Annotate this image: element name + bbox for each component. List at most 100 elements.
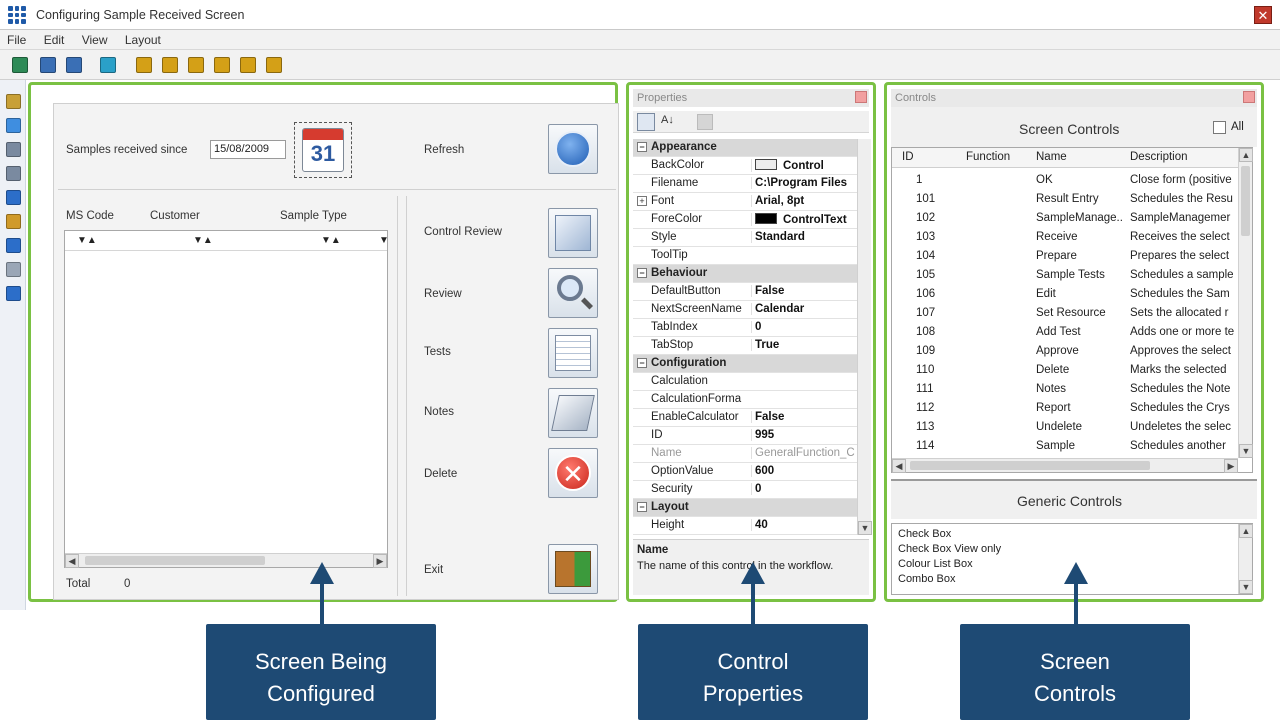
list-item[interactable]: Check Box View only [898,543,1001,555]
align-left-icon[interactable] [136,57,152,73]
property-category[interactable]: − Behaviour [633,265,861,283]
table-row[interactable]: 105 Sample Tests Schedules a sample [892,267,1237,286]
generic-vertical-scrollbar[interactable]: ▲ ▼ [1238,524,1253,594]
property-value[interactable]: Arial, 8pt [751,195,861,207]
delete-button[interactable]: ✕ [548,448,598,498]
property-row[interactable]: ID 995 [633,427,861,445]
property-value[interactable]: 600 [751,465,861,477]
property-value[interactable]: 995 [751,429,861,441]
scroll-thumb[interactable] [85,556,265,565]
tests-button[interactable] [548,328,598,378]
collapse-icon[interactable]: − [637,502,647,512]
control-review-button[interactable] [548,208,598,258]
form-icon[interactable] [6,142,21,157]
scroll-right-icon[interactable]: ▶ [373,554,387,568]
property-row[interactable]: + Font Arial, 8pt [633,193,861,211]
pointer-icon[interactable] [6,94,21,109]
col-name[interactable]: Name [1036,151,1067,163]
expand-icon[interactable]: + [637,196,647,206]
property-value[interactable]: Calendar [751,303,861,315]
property-row[interactable]: DefaultButton False [633,283,861,301]
categorized-icon[interactable] [637,113,655,131]
refresh-circle-icon[interactable] [6,286,21,301]
property-value[interactable]: Control [751,159,861,172]
property-grid[interactable]: − Appearance BackColor Control Filename C:\Pr… [633,139,861,535]
property-category[interactable]: − Configuration [633,355,861,373]
property-value[interactable]: 40 [751,519,861,531]
table-row[interactable]: 108 Add Test Adds one or more te [892,324,1237,343]
refresh-icon[interactable] [12,57,28,73]
review-button[interactable] [548,268,598,318]
property-category[interactable]: − Appearance [633,139,861,157]
property-row[interactable]: TabStop True [633,337,861,355]
scroll-down-icon[interactable]: ▼ [858,521,872,535]
date-input[interactable]: 15/08/2009 [210,140,286,159]
table-row[interactable]: 112 Report Schedules the Crys [892,400,1237,419]
all-checkbox[interactable] [1213,121,1226,134]
property-category[interactable]: − Layout [633,499,861,517]
property-row[interactable]: ForeColor ControlText [633,211,861,229]
table-row[interactable]: 110 Delete Marks the selected [892,362,1237,381]
menu-file[interactable]: File [0,30,33,47]
property-row[interactable]: TabIndex 0 [633,319,861,337]
property-row[interactable]: OptionValue 600 [633,463,861,481]
scroll-up-icon[interactable]: ▲ [1239,148,1253,162]
property-value[interactable]: GeneralFunction_C [751,447,861,459]
table-row[interactable]: 103 Receive Receives the select [892,229,1237,248]
property-grid-scrollbar[interactable]: ▼ [857,139,872,535]
property-row[interactable]: Calculation [633,373,861,391]
col-function[interactable]: Function [966,151,1010,163]
table-row[interactable]: 106 Edit Schedules the Sam [892,286,1237,305]
table-row[interactable]: 102 SampleManage... SampleManagemer [892,210,1237,229]
property-value[interactable]: False [751,411,861,423]
notes-button[interactable] [548,388,598,438]
col-id[interactable]: ID [902,151,914,163]
property-row[interactable]: BackColor Control [633,157,861,175]
scroll-down-icon[interactable]: ▼ [1239,580,1253,594]
scroll-left-icon[interactable]: ◀ [65,554,79,568]
collapse-icon[interactable]: − [637,268,647,278]
property-row[interactable]: Filename C:\Program Files [633,175,861,193]
list-item[interactable]: Check Box [898,528,951,540]
property-row[interactable]: CalculationForma [633,391,861,409]
property-value[interactable]: True [751,339,861,351]
group-icon[interactable] [6,238,21,253]
grid-horizontal-scrollbar[interactable]: ◀ ▶ [65,553,387,568]
calendar-icon[interactable]: 31 [302,128,344,172]
property-row[interactable]: Style Standard [633,229,861,247]
exit-button[interactable] [548,544,598,594]
property-value[interactable]: C:\Program Files [751,177,861,189]
collapse-icon[interactable]: − [637,358,647,368]
list-item[interactable]: Combo Box [898,573,955,585]
samples-grid[interactable]: ▼▲ ▼▲ ▼▲ ▼ ◀ ▶ [64,230,389,568]
sort-icon[interactable]: ▼▲ [193,235,213,246]
menu-layout[interactable]: Layout [118,30,168,47]
table-row[interactable]: 107 Set Resource Sets the allocated r [892,305,1237,324]
collapse-icon[interactable]: − [637,142,647,152]
sort-icon[interactable]: ▼ [379,235,389,246]
property-row[interactable]: NextScreenName Calendar [633,301,861,319]
load-icon[interactable] [66,57,82,73]
textbox-icon[interactable] [6,118,21,133]
property-row[interactable]: EnableCalculator False [633,409,861,427]
property-row[interactable]: Name GeneralFunction_C [633,445,861,463]
edit-layout-icon[interactable] [100,57,116,73]
sort-icon[interactable]: ▼▲ [77,235,97,246]
property-pages-icon[interactable] [697,114,713,130]
scroll-thumb[interactable] [1241,166,1250,236]
close-icon[interactable]: ✕ [1254,6,1272,24]
property-row[interactable]: Security 0 [633,481,861,499]
same-height-icon[interactable] [240,57,256,73]
table-row[interactable]: 104 Prepare Prepares the select [892,248,1237,267]
table-row[interactable]: 109 Approve Approves the select [892,343,1237,362]
page-icon[interactable] [6,262,21,277]
scroll-down-icon[interactable]: ▼ [1239,444,1253,458]
table-row[interactable]: 113 Undelete Undeletes the selec [892,419,1237,438]
alphabetical-icon[interactable]: A↓ [661,114,674,126]
table-row[interactable]: 101 Result Entry Schedules the Resu [892,191,1237,210]
property-row[interactable]: ToolTip [633,247,861,265]
save-icon[interactable] [40,57,56,73]
shield-icon[interactable] [6,190,21,205]
list-item[interactable]: Colour List Box [898,558,973,570]
table-row[interactable]: 1 OK Close form (positive [892,172,1237,191]
